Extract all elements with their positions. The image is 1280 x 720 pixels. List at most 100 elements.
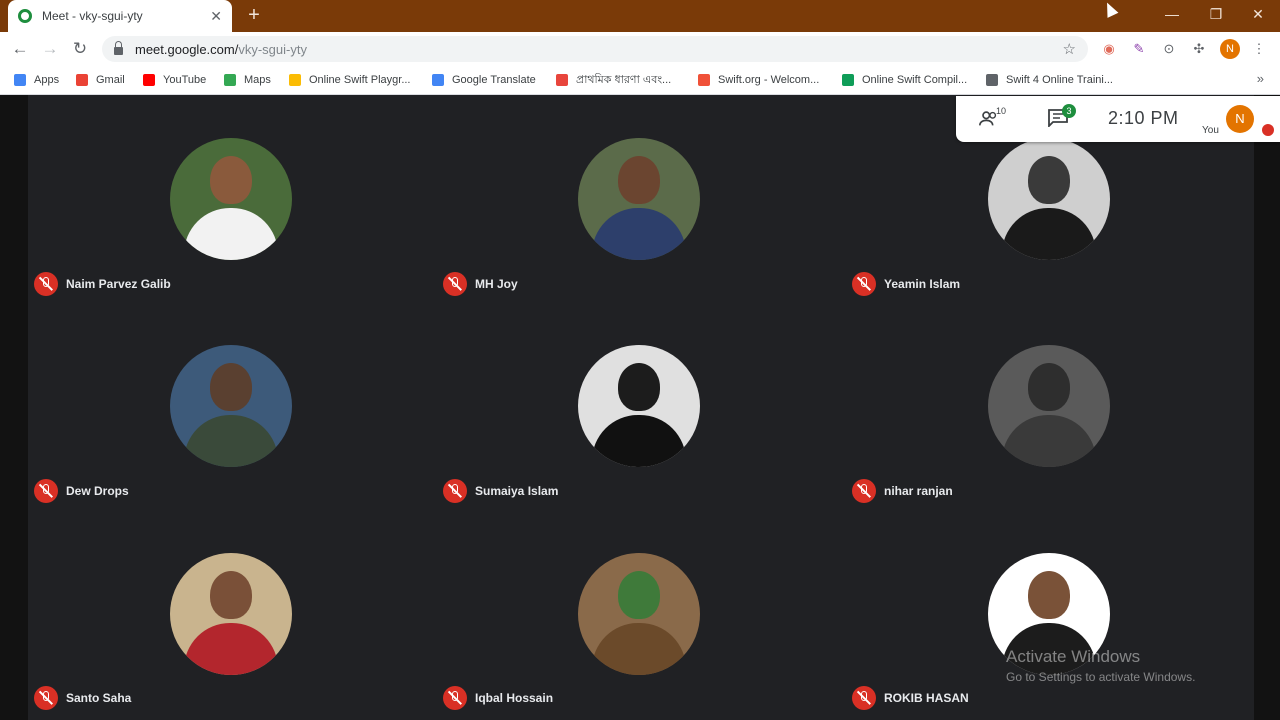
mic-off-icon bbox=[34, 272, 58, 296]
camera-extension-icon[interactable]: ⊙ bbox=[1160, 40, 1178, 58]
bookmark-favicon-icon bbox=[432, 74, 444, 86]
profile-avatar[interactable]: N bbox=[1220, 39, 1240, 59]
forward-icon[interactable]: → bbox=[38, 38, 62, 60]
window-close-button[interactable]: ✕ bbox=[1236, 0, 1280, 28]
participant-avatar[interactable] bbox=[170, 138, 292, 260]
bookmark-item[interactable]: Online Swift Compil... bbox=[842, 72, 967, 88]
avatar-head-shape bbox=[1028, 571, 1070, 619]
participant-name: Iqbal Hossain bbox=[475, 691, 554, 705]
participant-grid: Naim Parvez Galib MH Joy Yeamin Islam Dew D… bbox=[28, 95, 1254, 720]
browser-toolbar: ← → ↻ meet.google.com/vky-sgui-yty ☆ ◉ ✎… bbox=[0, 32, 1280, 66]
avatar-head-shape bbox=[618, 571, 660, 619]
bookmark-label: Gmail bbox=[96, 74, 125, 86]
avatar-head-shape bbox=[1028, 156, 1070, 204]
mic-off-icon bbox=[443, 686, 467, 710]
bookmark-star-icon[interactable]: ☆ bbox=[1063, 40, 1076, 58]
bookmark-favicon-icon bbox=[986, 74, 998, 86]
address-bar[interactable]: meet.google.com/vky-sgui-yty ☆ bbox=[102, 36, 1088, 62]
bookmark-label: Online Swift Playgr... bbox=[309, 74, 411, 86]
pen-extension-icon[interactable]: ✎ bbox=[1130, 40, 1148, 58]
avatar-body-shape bbox=[184, 415, 278, 467]
participant-avatar[interactable] bbox=[170, 345, 292, 467]
bookmark-label: Maps bbox=[244, 74, 271, 86]
meeting-info-bar: 10 3 2:10 PM You N bbox=[956, 96, 1280, 142]
bookmarks-overflow-icon[interactable]: » bbox=[1257, 71, 1264, 86]
participant-name-row: Sumaiya Islam bbox=[443, 479, 558, 503]
bookmarks-bar: Apps Gmail YouTube Maps Online Swift Playgr.… bbox=[0, 66, 1280, 95]
bookmark-label: Google Translate bbox=[452, 74, 536, 86]
avatar-head-shape bbox=[210, 156, 252, 204]
participant-avatar[interactable] bbox=[988, 345, 1110, 467]
bookmark-item[interactable]: Online Swift Playgr... bbox=[289, 72, 411, 88]
tab-title: Meet - vky-sgui-yty bbox=[42, 9, 143, 23]
bookmark-favicon-icon bbox=[556, 74, 568, 86]
participant-name-row: Iqbal Hossain bbox=[443, 686, 553, 710]
participant-name: Sumaiya Islam bbox=[475, 484, 559, 498]
bookmark-item[interactable]: Swift.org - Welcom... bbox=[698, 72, 819, 88]
participant-name: nihar ranjan bbox=[884, 484, 953, 498]
meet-background: Naim Parvez Galib MH Joy Yeamin Islam Dew D… bbox=[0, 95, 1280, 720]
mic-off-icon bbox=[443, 272, 467, 296]
participant-name-row: Dew Drops bbox=[34, 479, 129, 503]
bookmark-label: Online Swift Compil... bbox=[862, 74, 968, 86]
you-label: You bbox=[1202, 125, 1219, 136]
new-tab-button[interactable]: + bbox=[243, 4, 265, 26]
restore-button[interactable]: ❐ bbox=[1194, 0, 1238, 28]
avatar-head-shape bbox=[618, 156, 660, 204]
bookmark-item[interactable]: প্রাথমিক ধারণা এবং... bbox=[556, 72, 671, 88]
avatar-head-shape bbox=[1028, 363, 1070, 411]
participant-avatar[interactable] bbox=[170, 553, 292, 675]
bookmark-label: Apps bbox=[34, 74, 60, 86]
participant-name-row: nihar ranjan bbox=[852, 479, 953, 503]
avatar-body-shape bbox=[184, 623, 278, 675]
participant-avatar[interactable] bbox=[578, 553, 700, 675]
avatar-head-shape bbox=[618, 363, 660, 411]
participant-count: 10 bbox=[996, 106, 1007, 116]
mic-off-icon bbox=[852, 686, 876, 710]
mic-off-icon bbox=[443, 479, 467, 503]
minimize-button[interactable]: — bbox=[1150, 0, 1194, 28]
self-mic-off-icon bbox=[1262, 124, 1274, 136]
avatar-head-shape bbox=[210, 571, 252, 619]
back-icon[interactable]: ← bbox=[8, 38, 32, 60]
bookmark-favicon-icon bbox=[224, 74, 236, 86]
bookmark-item[interactable]: Swift 4 Online Traini... bbox=[986, 72, 1113, 88]
bookmark-favicon-icon bbox=[76, 74, 88, 86]
self-avatar[interactable]: N bbox=[1226, 105, 1254, 133]
url-text: meet.google.com/vky-sgui-yty bbox=[135, 41, 307, 57]
extensions-puzzle-icon[interactable]: ✣ bbox=[1190, 40, 1208, 58]
participant-name: Yeamin Islam bbox=[884, 277, 961, 291]
participant-name-row: Naim Parvez Galib bbox=[34, 272, 171, 296]
bookmark-item[interactable]: YouTube bbox=[143, 72, 206, 88]
participant-name: Santo Saha bbox=[66, 691, 132, 705]
bookmark-item[interactable]: Google Translate bbox=[432, 72, 536, 88]
avatar-body-shape bbox=[1002, 415, 1096, 467]
bookmark-label: Swift.org - Welcom... bbox=[718, 74, 820, 86]
menu-kebab-icon[interactable]: ⋮ bbox=[1250, 40, 1268, 58]
reload-icon[interactable]: ↻ bbox=[68, 38, 92, 60]
avatar-body-shape bbox=[592, 415, 686, 467]
bookmark-label: প্রাথমিক ধারণা এবং... bbox=[576, 73, 672, 86]
extension-icon[interactable]: ◉ bbox=[1100, 40, 1118, 58]
bookmark-label: YouTube bbox=[163, 74, 207, 86]
activate-windows-subtitle: Go to Settings to activate Windows. bbox=[1006, 670, 1196, 684]
bookmark-item[interactable]: Maps bbox=[224, 72, 271, 88]
participant-name: Dew Drops bbox=[66, 484, 129, 498]
browser-titlebar: Meet - vky-sgui-yty ✕ + — ❐ ✕ bbox=[0, 0, 1280, 32]
avatar-body-shape bbox=[592, 623, 686, 675]
participant-name-row: Yeamin Islam bbox=[852, 272, 960, 296]
bookmark-item[interactable]: Apps bbox=[14, 72, 59, 88]
bookmark-item[interactable]: Gmail bbox=[76, 72, 125, 88]
avatar-body-shape bbox=[592, 208, 686, 260]
participant-avatar[interactable] bbox=[578, 138, 700, 260]
avatar-body-shape bbox=[1002, 208, 1096, 260]
mouse-cursor-icon bbox=[1101, 0, 1119, 18]
participant-avatar[interactable] bbox=[988, 138, 1110, 260]
tab-close-icon[interactable]: ✕ bbox=[210, 8, 222, 25]
browser-tab-meet[interactable]: Meet - vky-sgui-yty ✕ bbox=[8, 0, 232, 32]
mic-off-icon bbox=[852, 272, 876, 296]
participant-name: ROKIB HASAN bbox=[884, 691, 969, 705]
bookmark-favicon-icon bbox=[14, 74, 26, 86]
participant-avatar[interactable] bbox=[578, 345, 700, 467]
participant-name-row: MH Joy bbox=[443, 272, 518, 296]
